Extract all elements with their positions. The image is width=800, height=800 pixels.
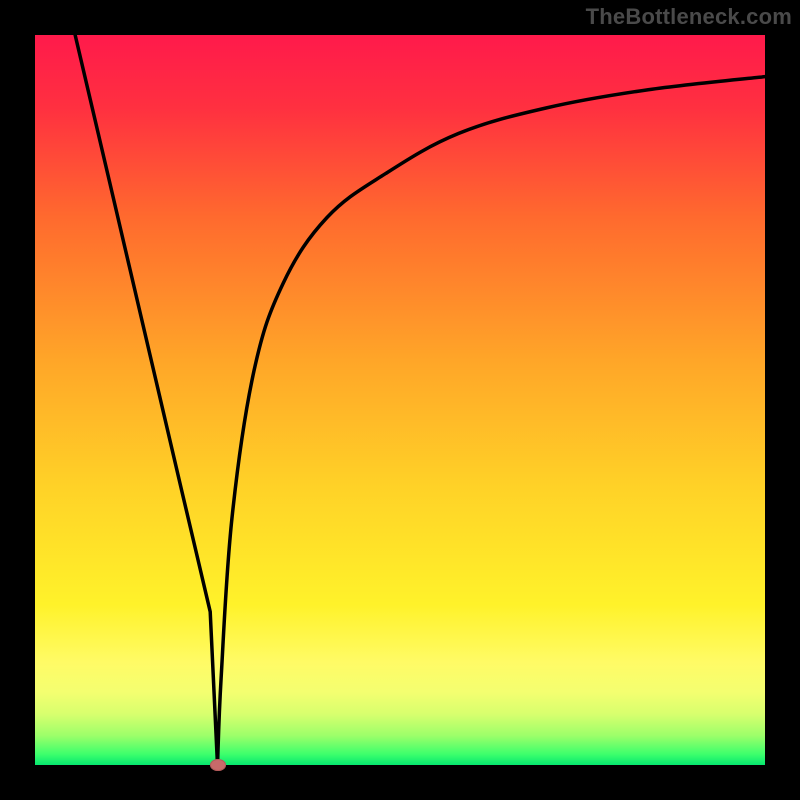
frame: TheBottleneck.com [0, 0, 800, 800]
attribution-label: TheBottleneck.com [586, 4, 792, 30]
curve-path [75, 35, 765, 765]
chart-curve [35, 35, 765, 765]
minimum-marker [210, 759, 226, 771]
plot-area [35, 35, 765, 765]
